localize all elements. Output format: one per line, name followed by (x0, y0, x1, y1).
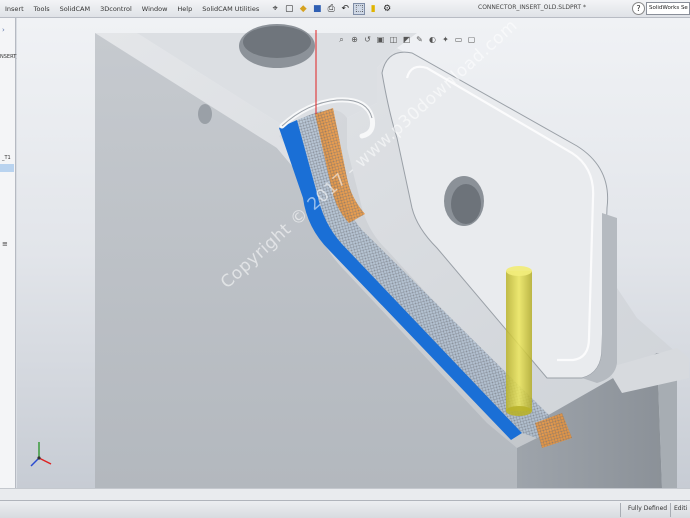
undo-icon[interactable]: ↶ (339, 3, 351, 15)
menu-tools[interactable]: Tools (29, 5, 55, 13)
scroll-handle-icon[interactable]: ≡ (2, 240, 8, 248)
select-icon[interactable]: ⬚ (353, 2, 366, 15)
open-icon[interactable]: ◆ (297, 3, 309, 15)
monitor-icon[interactable]: ▢ (466, 34, 477, 45)
cutting-tool (506, 271, 532, 411)
edit-appearance-icon[interactable]: ◐ (427, 34, 438, 45)
menu-solidcam-utilities[interactable]: SolidCAM Utilities (197, 5, 264, 13)
print-icon[interactable]: ⎙ (325, 3, 337, 15)
status-separator (620, 503, 621, 517)
help-icon[interactable]: ? (632, 2, 645, 15)
display-style-icon[interactable]: ◩ (401, 34, 412, 45)
search-input[interactable]: SolidWorks Se (646, 2, 690, 15)
new-doc-icon[interactable]: ▢ (283, 3, 295, 15)
options-icon[interactable]: ⚙ (381, 3, 393, 15)
tree-item-label: _T1 (2, 155, 11, 161)
feature-tree-label: NSERT) (0, 54, 19, 60)
menu-3dcontrol[interactable]: 3Dcontrol (95, 5, 137, 13)
view-settings-icon[interactable]: ▭ (453, 34, 464, 45)
task-strip (0, 488, 690, 500)
zoom-area-icon[interactable]: ⊕ (349, 34, 360, 45)
menu-help[interactable]: Help (172, 5, 197, 13)
status-bar: Fully Defined Editi (0, 500, 690, 518)
selected-tree-item[interactable] (0, 164, 14, 172)
menu-bar: Insert Tools SolidCAM 3Dcontrol Window H… (0, 0, 690, 18)
menu-solidcam[interactable]: SolidCAM (55, 5, 95, 13)
feature-manager-panel: NSERT) _T1 › ≡ (0, 18, 19, 488)
rebuild-icon[interactable]: ▮ (367, 3, 379, 15)
menu-insert[interactable]: Insert (0, 5, 29, 13)
hide-show-icon[interactable]: ✎ (414, 34, 425, 45)
collapse-arrow-icon[interactable]: › (2, 26, 5, 34)
save-icon[interactable]: ■ (311, 3, 323, 15)
status-editing: Editi (674, 505, 688, 512)
status-fully-defined: Fully Defined (628, 505, 668, 512)
previous-view-icon[interactable]: ↺ (362, 34, 373, 45)
pin-icon[interactable]: ⌖ (269, 3, 281, 15)
heads-up-view-toolbar: ⌕ ⊕ ↺ ▣ ◫ ◩ ✎ ◐ ✦ ▭ ▢ (335, 34, 478, 45)
zoom-fit-icon[interactable]: ⌕ (336, 34, 347, 45)
graphics-viewport[interactable]: ⌕ ⊕ ↺ ▣ ◫ ◩ ✎ ◐ ✦ ▭ ▢ Copyright © 2017 -… (17, 18, 690, 488)
document-title: CONNECTOR_INSERT_OLD.SLDPRT * (478, 4, 586, 11)
section-view-icon[interactable]: ▣ (375, 34, 386, 45)
menu-window[interactable]: Window (137, 5, 173, 13)
part-model (30, 24, 689, 488)
view-orientation-icon[interactable]: ◫ (388, 34, 399, 45)
standard-toolbar: ⌖ ▢ ◆ ■ ⎙ ↶ ⬚ ▮ ⚙ (268, 2, 394, 15)
axis-triad (30, 442, 52, 467)
status-separator (670, 503, 671, 517)
scene-icon[interactable]: ✦ (440, 34, 451, 45)
